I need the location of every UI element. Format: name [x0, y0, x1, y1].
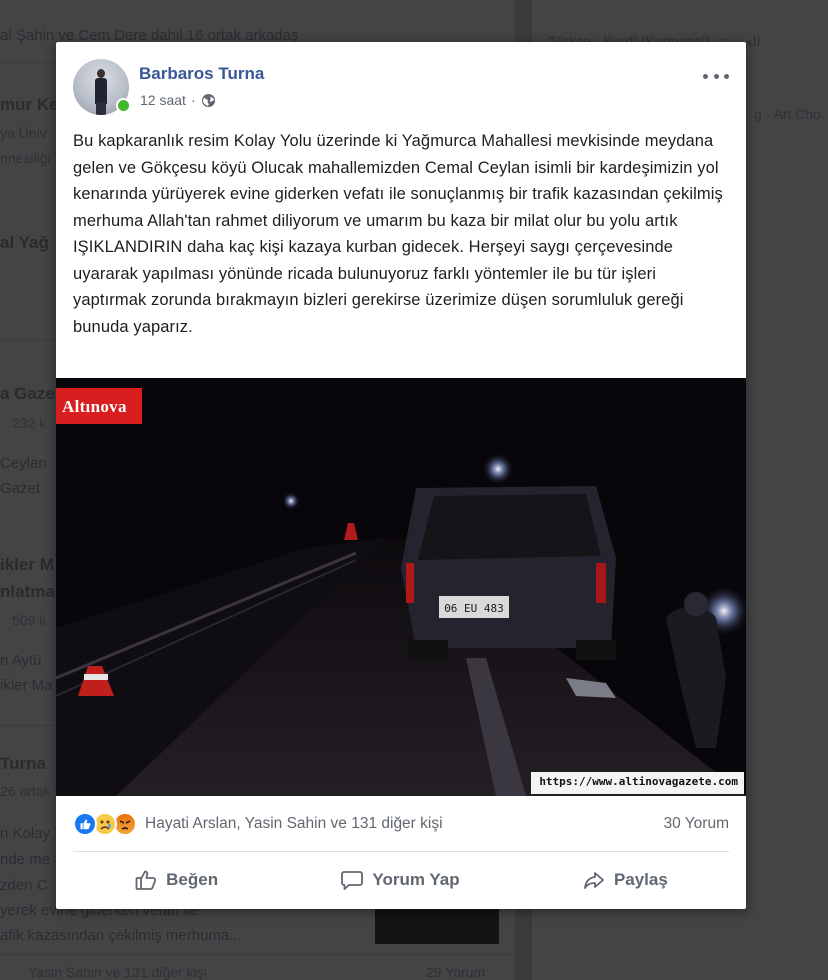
bg-text: Turna	[0, 754, 46, 773]
bg-text: g · Art Cho	[754, 106, 821, 122]
actions-row: Beğen Yorum Yap Paylaş	[73, 857, 729, 903]
thumbs-up-icon	[134, 868, 158, 892]
photo-night-scene: 06 EU 483	[56, 378, 746, 796]
post-photo[interactable]: 06 EU 483 Altınova https://www.altinovag…	[56, 378, 746, 796]
like-icon[interactable]	[73, 812, 97, 836]
post-header: Barbaros Turna 12 saat ·	[73, 59, 729, 119]
online-status-dot	[116, 98, 131, 113]
bg-text: ikler M	[0, 555, 54, 574]
actions-divider	[73, 851, 729, 852]
comment-count[interactable]: 30 Yorum	[664, 815, 730, 833]
bg-text: Gazet	[0, 480, 41, 497]
bg-text: nlatma	[0, 582, 55, 601]
bg-text: mur Ke	[0, 95, 59, 114]
bg-text: n Aytü	[0, 652, 42, 669]
bg-text: 29 Yorum	[426, 964, 486, 980]
license-plate: 06 EU 483	[444, 602, 504, 615]
share-arrow-icon	[582, 868, 606, 892]
meta-separator: ·	[190, 92, 196, 108]
globe-icon[interactable]	[201, 93, 216, 108]
bg-text: n Kolay	[0, 825, 51, 842]
photo-logo: Altınova	[56, 388, 142, 424]
bg-text: ya Üniv	[0, 125, 47, 141]
bg-text: zden C	[0, 877, 48, 894]
share-label: Paylaş	[613, 870, 668, 889]
reaction-icons[interactable]	[73, 812, 137, 836]
bg-text: Yasin Sahin ve 131 diğer kişi	[28, 964, 207, 980]
post-card: Barbaros Turna 12 saat · Bu kapkaranlık …	[56, 42, 746, 909]
bg-text: nde me	[0, 851, 51, 868]
photo-watermark-url: https://www.altinovagazete.com	[531, 772, 744, 794]
comment-button[interactable]: Yorum Yap	[328, 860, 471, 900]
comment-icon	[340, 868, 364, 892]
post-text: Bu kapkaranlık resim Kolay Yolu üzerinde…	[73, 132, 723, 336]
bg-text: ikler Ma	[0, 677, 53, 694]
author-name[interactable]: Barbaros Turna	[139, 64, 264, 84]
like-label: Beğen	[166, 870, 219, 889]
bg-text: Ceylan	[0, 455, 47, 472]
car-shape: 06 EU 483	[401, 486, 616, 660]
bg-text: 26 ortak	[0, 783, 51, 799]
share-button[interactable]: Paylaş	[570, 860, 680, 900]
bg-text: a Gaze	[0, 384, 55, 403]
bg-text: al Yağ	[0, 233, 49, 252]
bg-text: nnesiliği	[0, 150, 51, 166]
post-time[interactable]: 12 saat	[140, 92, 186, 108]
reaction-names[interactable]: Hayati Arslan, Yasin Sahin ve 131 diğer …	[145, 815, 443, 833]
bg-text: 232 k	[12, 415, 47, 431]
bg-divider	[0, 954, 515, 955]
bg-text: afik kazasından çekilmiş merhuma...	[0, 927, 242, 944]
like-button[interactable]: Beğen	[122, 860, 230, 900]
more-options-icon[interactable]	[703, 71, 729, 81]
post-meta: 12 saat ·	[140, 92, 216, 108]
reactions-row: Hayati Arslan, Yasin Sahin ve 131 diğer …	[73, 810, 729, 838]
bg-text: 509 k	[12, 612, 47, 628]
comment-label: Yorum Yap	[372, 870, 460, 889]
